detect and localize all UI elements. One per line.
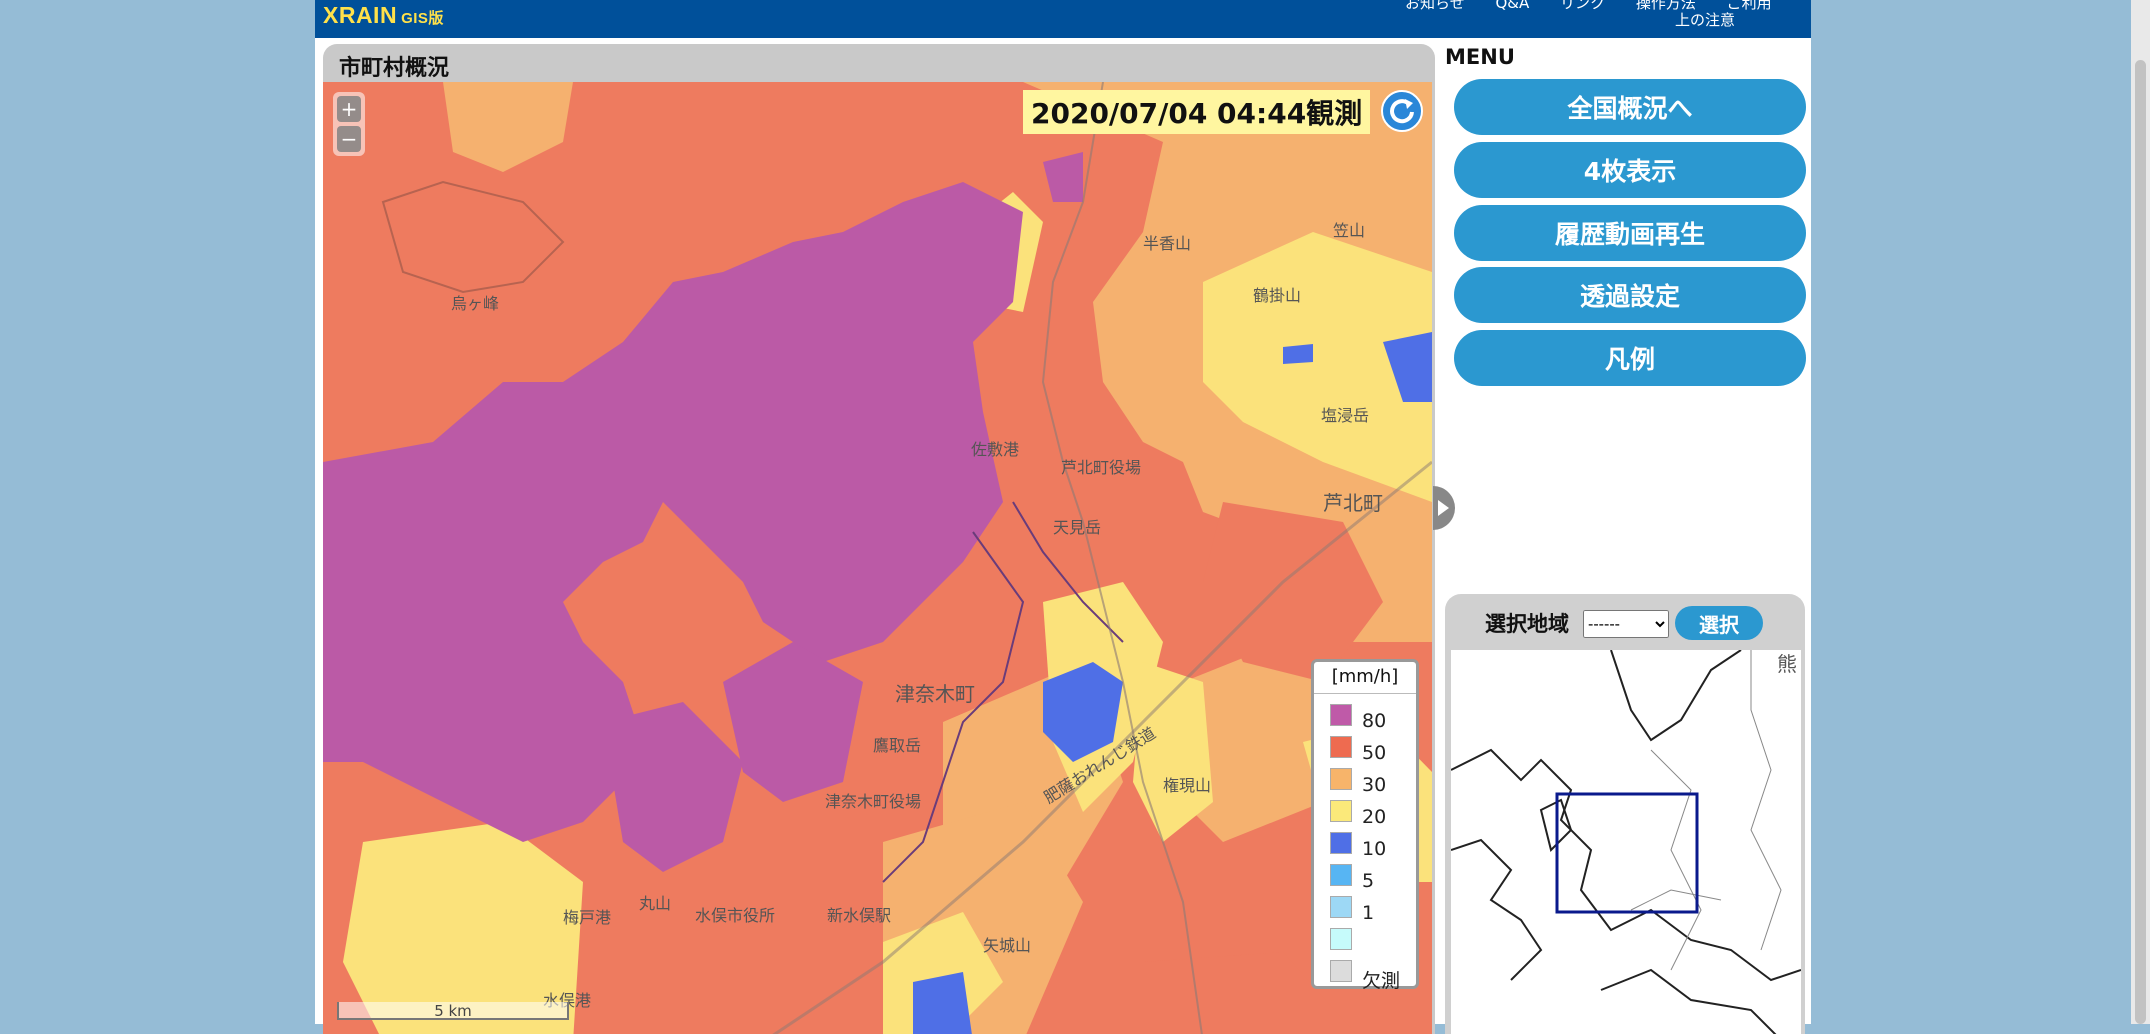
- header-links: お知らせ Q&A リンク 操作方法 ご利用: [1405, 0, 1798, 22]
- place-label: 芦北町: [1323, 491, 1383, 515]
- header-bar: XRAIN GIS版 お知らせ Q&A リンク 操作方法 ご利用 上の注意: [315, 0, 1811, 38]
- logo-subtext: GIS版: [401, 10, 444, 27]
- legend-swatch: [1330, 896, 1352, 918]
- rain-overlay: [323, 82, 1432, 1034]
- map-panel: 市町村概況 烏ヶ峰 佐敷港 芦北町役場 天見岳 芦北町 津奈木町 津奈木町役場 …: [323, 44, 1435, 1034]
- legend-swatch: [1330, 704, 1352, 726]
- browser-scrollbar[interactable]: [2131, 0, 2150, 1024]
- logo-text: XRAIN: [323, 2, 398, 28]
- transparency-button[interactable]: 透過設定: [1454, 267, 1806, 323]
- refresh-icon[interactable]: [1381, 90, 1423, 132]
- place-label: 矢城山: [983, 936, 1032, 955]
- header-link-qa[interactable]: Q&A: [1495, 0, 1529, 12]
- zoom-control: + −: [333, 92, 365, 156]
- scale-bar: 5 km: [337, 1002, 569, 1020]
- legend-title: [mm/h]: [1314, 666, 1416, 694]
- overview-map-label: 熊: [1777, 652, 1797, 676]
- header-link-links[interactable]: リンク: [1560, 0, 1605, 12]
- place-label: 梅戸港: [563, 908, 612, 927]
- legend-swatch: [1330, 960, 1352, 982]
- area-selector-label: 選択地域: [1485, 612, 1569, 636]
- zoom-out-button[interactable]: −: [337, 126, 361, 152]
- legend-label: 20: [1362, 806, 1387, 828]
- place-label: 塩浸岳: [1321, 406, 1370, 425]
- place-label: 半香山: [1143, 234, 1192, 253]
- legend-swatch: [1330, 768, 1352, 790]
- header-link-terms-line2[interactable]: 上の注意: [1675, 9, 1735, 30]
- area-selector-panel: 選択地域 ------ 選択 熊: [1445, 594, 1805, 1034]
- zoom-in-button[interactable]: +: [337, 96, 361, 122]
- legend-label: 1: [1362, 902, 1375, 924]
- legend-label: 80: [1362, 710, 1387, 732]
- legend-label: 欠測: [1362, 970, 1401, 992]
- legend-label: 10: [1362, 838, 1387, 860]
- place-label: 笠山: [1333, 221, 1366, 240]
- legend-button[interactable]: 凡例: [1454, 330, 1806, 386]
- place-label: 権現山: [1163, 776, 1212, 795]
- observation-timestamp: 2020/07/04 04:44観測: [1023, 90, 1371, 134]
- legend-swatch: [1330, 864, 1352, 886]
- place-label: 鶴掛山: [1253, 286, 1302, 305]
- place-label: 津奈木町役場: [825, 792, 922, 811]
- place-label: 佐敷港: [971, 440, 1020, 459]
- overview-map-outline: [1451, 650, 1801, 1034]
- scrollbar-thumb[interactable]: [2135, 60, 2146, 1024]
- legend-label: 50: [1362, 742, 1387, 764]
- national-overview-button[interactable]: 全国概況へ: [1454, 79, 1806, 135]
- four-panel-button[interactable]: 4枚表示: [1454, 142, 1806, 198]
- legend-label: 5: [1362, 870, 1375, 892]
- overview-map[interactable]: 熊: [1451, 650, 1801, 1034]
- legend-swatch: [1330, 736, 1352, 758]
- page: XRAIN GIS版 お知らせ Q&A リンク 操作方法 ご利用 上の注意 市町村…: [315, 0, 1811, 1034]
- rain-map[interactable]: 烏ヶ峰 佐敷港 芦北町役場 天見岳 芦北町 津奈木町 津奈木町役場 水俣市役所 …: [323, 82, 1432, 1034]
- panel-toggle-arrow-icon[interactable]: [1433, 486, 1455, 530]
- header-link-news[interactable]: お知らせ: [1405, 0, 1465, 12]
- menu-title: MENU: [1445, 45, 1515, 69]
- area-select[interactable]: ------: [1583, 610, 1669, 638]
- legend-label: 30: [1362, 774, 1387, 796]
- place-label: 津奈木町: [895, 682, 975, 706]
- place-label: 水俣市役所: [695, 906, 776, 925]
- place-label: 芦北町役場: [1061, 458, 1142, 477]
- map-panel-title: 市町村概況: [339, 56, 450, 81]
- area-select-button[interactable]: 選択: [1675, 606, 1763, 640]
- place-label: 新水俣駅: [827, 906, 892, 925]
- place-label: 烏ヶ峰: [451, 294, 500, 313]
- legend-swatch: [1330, 832, 1352, 854]
- legend-swatch: [1330, 928, 1352, 950]
- place-label: 鷹取岳: [873, 736, 922, 755]
- place-label: 天見岳: [1053, 518, 1102, 537]
- legend-swatch: [1330, 800, 1352, 822]
- history-playback-button[interactable]: 履歴動画再生: [1454, 205, 1806, 261]
- place-label: 丸山: [639, 894, 672, 913]
- app-logo[interactable]: XRAIN GIS版: [323, 2, 444, 29]
- rainfall-legend: [mm/h] 80 50 30 20 10 5 1 欠測: [1311, 659, 1419, 992]
